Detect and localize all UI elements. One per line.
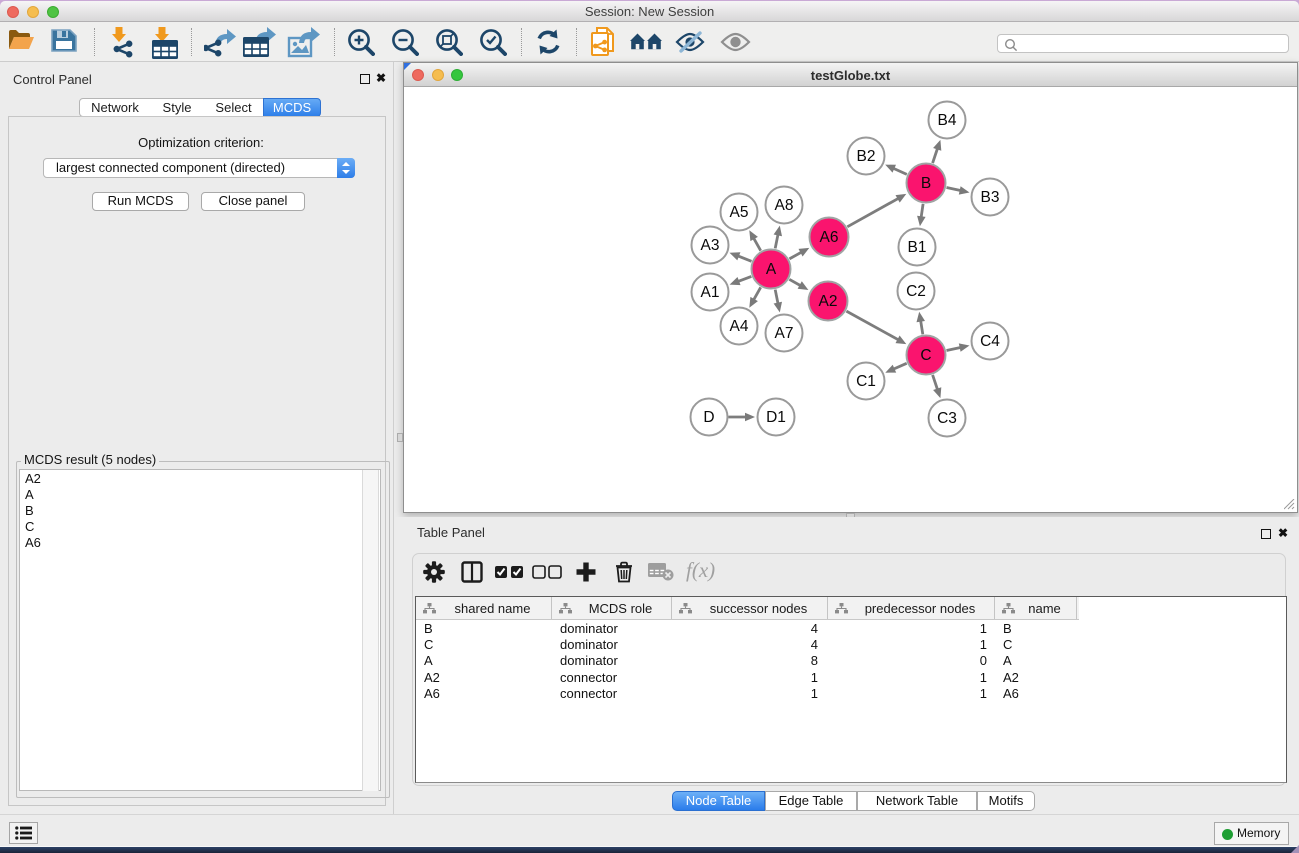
svg-text:B1: B1 [908,239,927,256]
svg-text:A2: A2 [819,293,838,310]
svg-text:A5: A5 [730,204,749,221]
svg-text:B4: B4 [938,112,957,129]
svg-text:C2: C2 [906,283,926,300]
svg-text:A1: A1 [701,284,720,301]
svg-text:A: A [766,261,777,278]
svg-text:A7: A7 [775,325,794,342]
svg-text:C4: C4 [980,333,1000,350]
svg-text:D: D [703,409,714,426]
svg-text:A8: A8 [775,197,794,214]
svg-text:C3: C3 [937,410,957,427]
svg-text:B3: B3 [981,189,1000,206]
svg-text:D1: D1 [766,409,786,426]
svg-text:B2: B2 [857,148,876,165]
svg-text:C1: C1 [856,373,876,390]
svg-text:C: C [920,347,931,364]
svg-text:A3: A3 [701,237,720,254]
svg-text:B: B [921,175,931,192]
svg-text:A6: A6 [820,229,839,246]
svg-text:A4: A4 [730,318,749,335]
